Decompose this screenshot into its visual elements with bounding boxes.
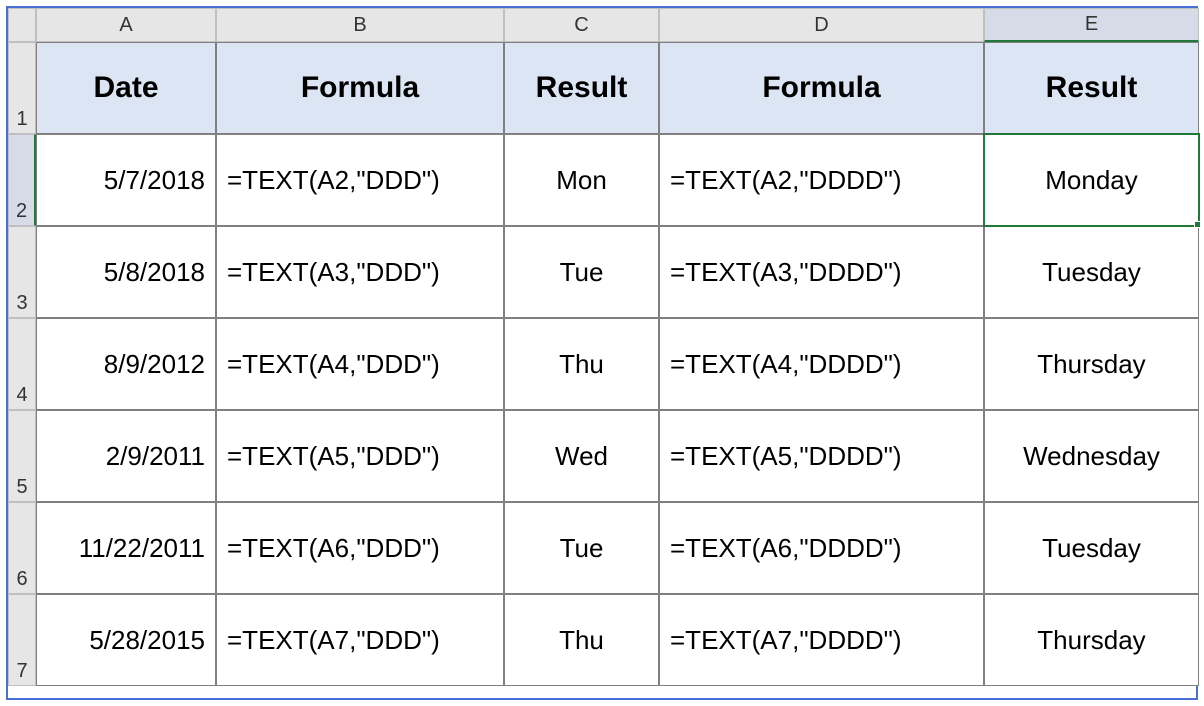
cell-E2[interactable]: Monday [984,134,1199,226]
col-header-D[interactable]: D [659,8,984,42]
cell-D5[interactable]: =TEXT(A5,"DDDD") [659,410,984,502]
cell-E1[interactable]: Result [984,42,1199,134]
row-header-6[interactable]: 6 [8,502,36,594]
cell-B6[interactable]: =TEXT(A6,"DDD") [216,502,504,594]
cell-C3[interactable]: Tue [504,226,659,318]
cell-D6[interactable]: =TEXT(A6,"DDDD") [659,502,984,594]
row-header-1[interactable]: 1 [8,42,36,134]
cell-B2[interactable]: =TEXT(A2,"DDD") [216,134,504,226]
cell-D3[interactable]: =TEXT(A3,"DDDD") [659,226,984,318]
col-header-E[interactable]: E [984,8,1199,42]
cell-A6[interactable]: 11/22/2011 [36,502,216,594]
cell-B1[interactable]: Formula [216,42,504,134]
cell-C5[interactable]: Wed [504,410,659,502]
cell-E4[interactable]: Thursday [984,318,1199,410]
cell-A1[interactable]: Date [36,42,216,134]
cell-B3[interactable]: =TEXT(A3,"DDD") [216,226,504,318]
cell-C4[interactable]: Thu [504,318,659,410]
cell-A2[interactable]: 5/7/2018 [36,134,216,226]
cell-B5[interactable]: =TEXT(A5,"DDD") [216,410,504,502]
spreadsheet-grid: A B C D E 1 Date Formula Result Formula … [8,8,1196,686]
cell-D1[interactable]: Formula [659,42,984,134]
col-header-A[interactable]: A [36,8,216,42]
cell-E3[interactable]: Tuesday [984,226,1199,318]
col-header-C[interactable]: C [504,8,659,42]
row-header-2[interactable]: 2 [8,134,36,226]
cell-C1[interactable]: Result [504,42,659,134]
cell-A3[interactable]: 5/8/2018 [36,226,216,318]
row-header-7[interactable]: 7 [8,594,36,686]
cell-B7[interactable]: =TEXT(A7,"DDD") [216,594,504,686]
cell-C6[interactable]: Tue [504,502,659,594]
row-header-4[interactable]: 4 [8,318,36,410]
cell-D2[interactable]: =TEXT(A2,"DDDD") [659,134,984,226]
cell-A5[interactable]: 2/9/2011 [36,410,216,502]
cell-A7[interactable]: 5/28/2015 [36,594,216,686]
row-header-3[interactable]: 3 [8,226,36,318]
cell-E5[interactable]: Wednesday [984,410,1199,502]
row-header-5[interactable]: 5 [8,410,36,502]
cell-B4[interactable]: =TEXT(A4,"DDD") [216,318,504,410]
fill-handle[interactable] [1194,221,1201,228]
spreadsheet-frame: A B C D E 1 Date Formula Result Formula … [6,6,1198,700]
cell-C7[interactable]: Thu [504,594,659,686]
cell-D7[interactable]: =TEXT(A7,"DDDD") [659,594,984,686]
cell-E7[interactable]: Thursday [984,594,1199,686]
cell-E2-value: Monday [1045,165,1138,196]
col-header-B[interactable]: B [216,8,504,42]
select-all-corner[interactable] [8,8,36,42]
cell-A4[interactable]: 8/9/2012 [36,318,216,410]
cell-E6[interactable]: Tuesday [984,502,1199,594]
cell-C2[interactable]: Mon [504,134,659,226]
cell-D4[interactable]: =TEXT(A4,"DDDD") [659,318,984,410]
